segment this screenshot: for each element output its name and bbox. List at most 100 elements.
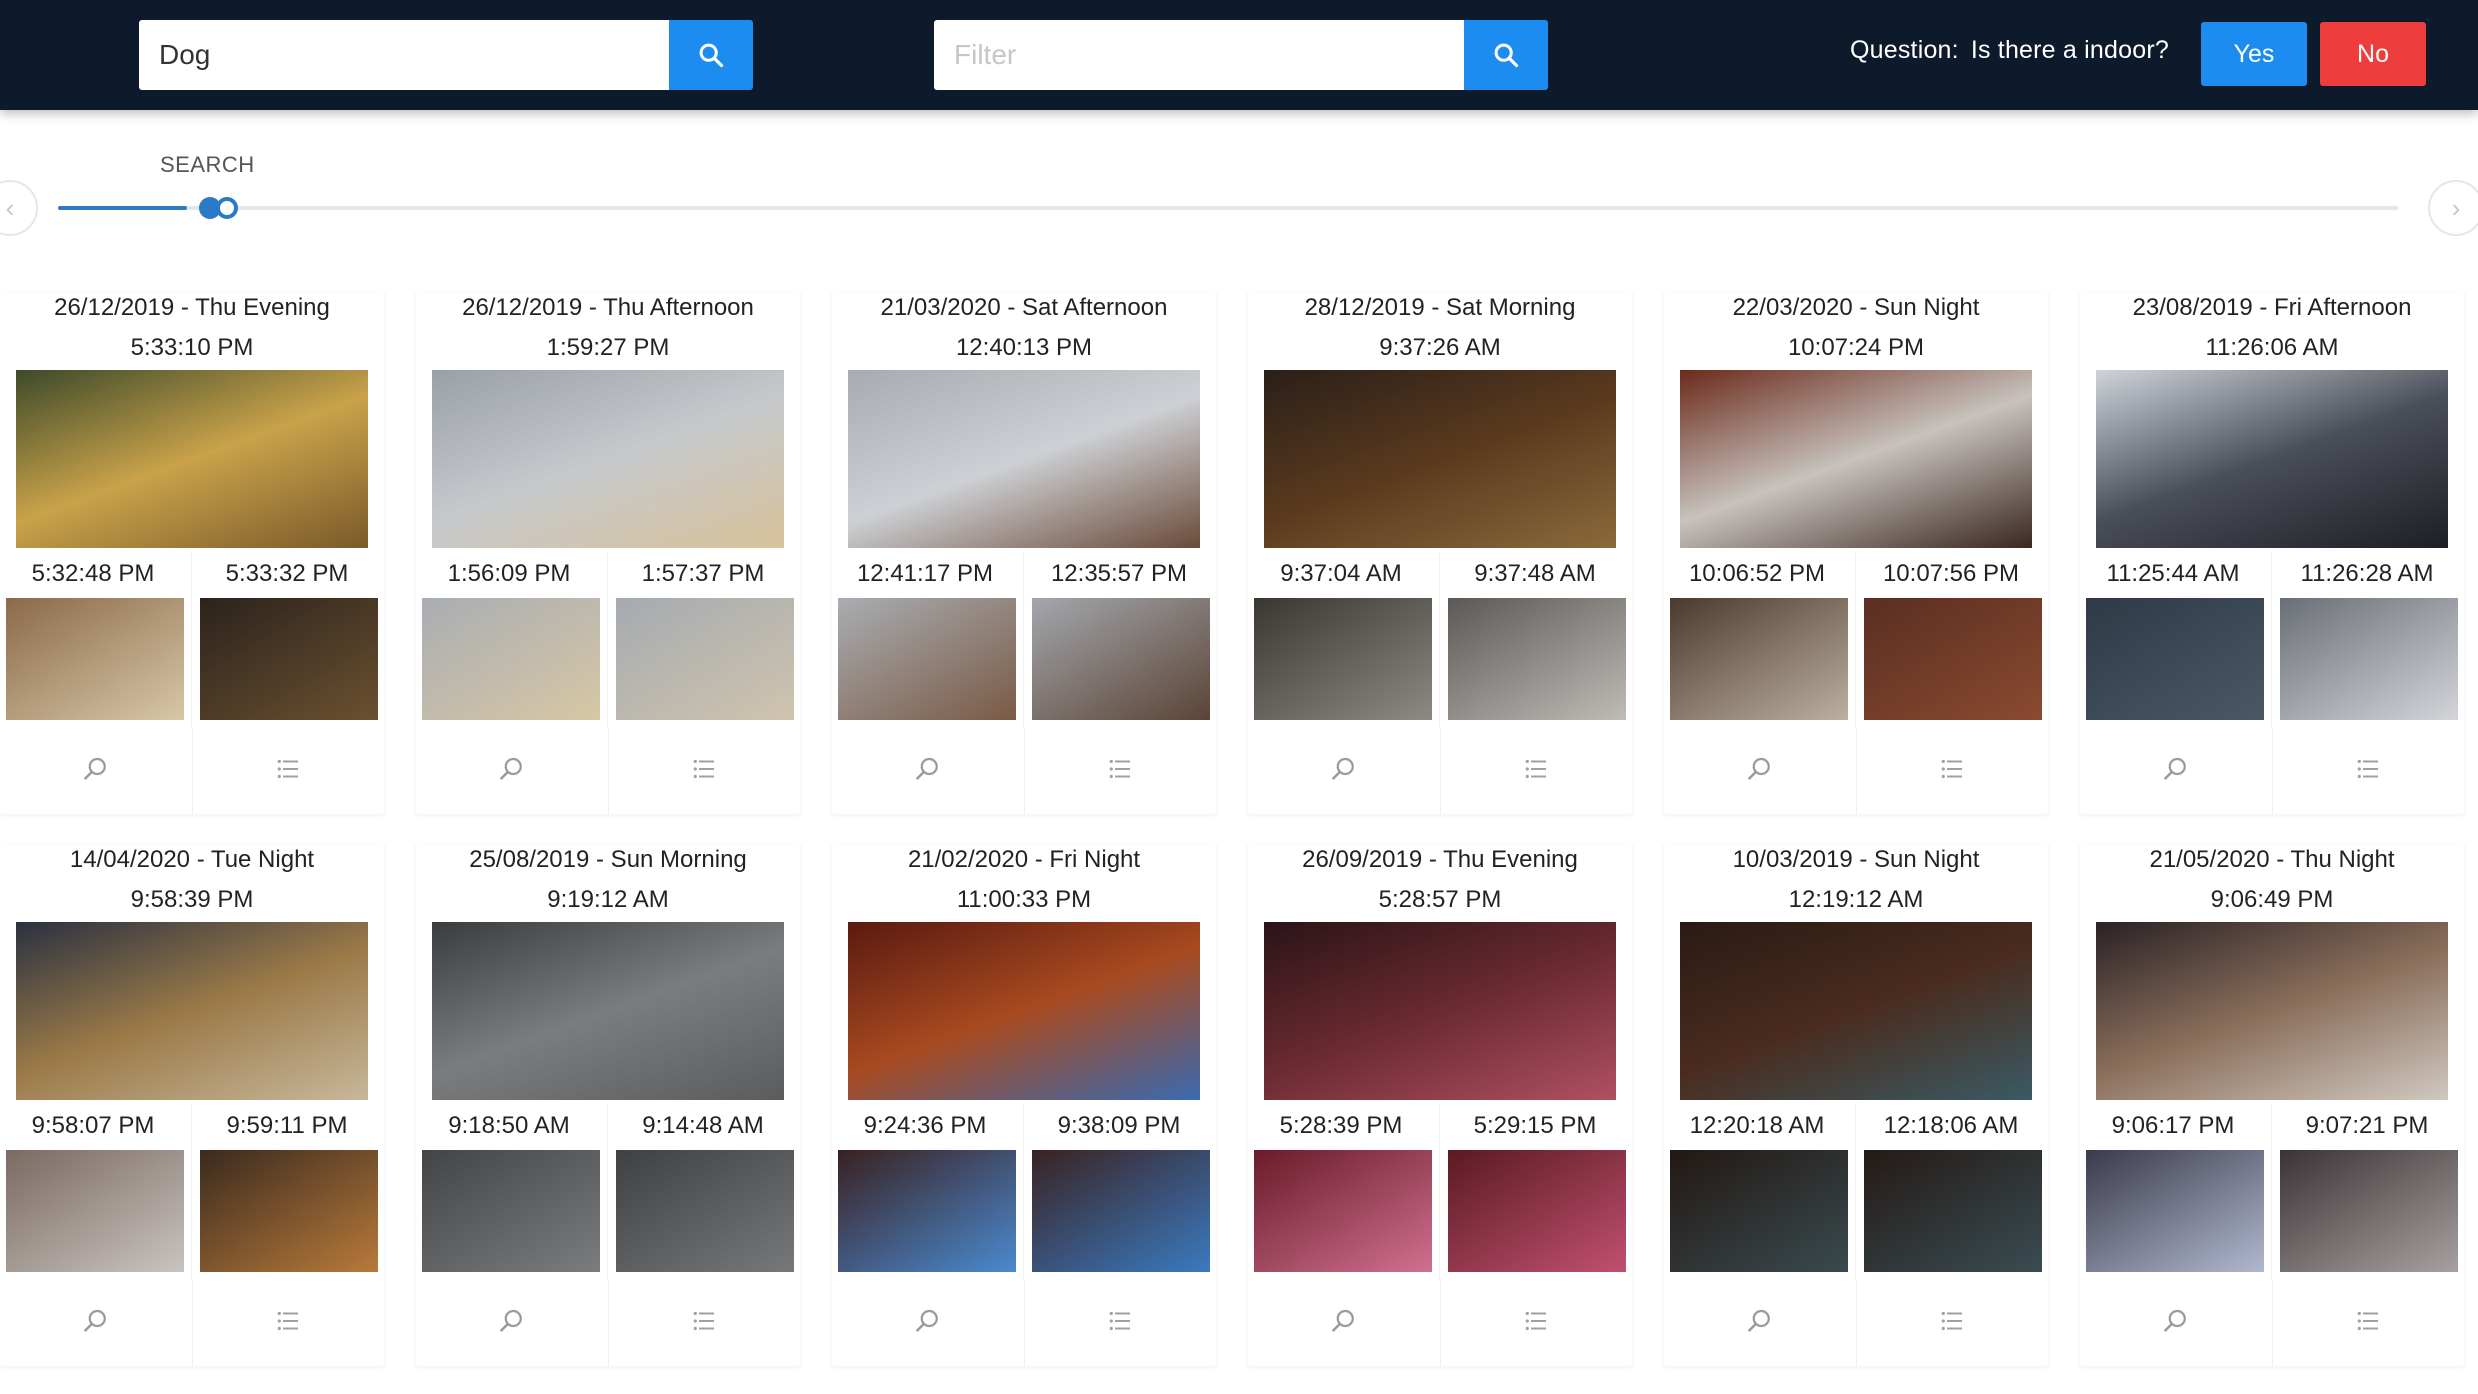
zoom-button[interactable] — [416, 728, 608, 814]
main-thumbnail[interactable] — [1264, 370, 1616, 548]
previous-frame-thumbnail[interactable] — [2086, 1150, 2264, 1272]
previous-frame-thumbnail[interactable] — [422, 1150, 600, 1272]
details-button[interactable] — [1439, 728, 1633, 814]
result-card[interactable]: 21/03/2020 - Sat Afternoon 12:40:13 PM 1… — [832, 292, 1216, 814]
zoom-button[interactable] — [0, 728, 192, 814]
previous-frame-time: 1:56:09 PM — [447, 560, 571, 587]
next-frame-thumbnail[interactable] — [1448, 598, 1626, 720]
next-frame-thumbnail[interactable] — [200, 598, 378, 720]
zoom-button[interactable] — [0, 1280, 192, 1366]
previous-frame-thumbnail[interactable] — [838, 1150, 1016, 1272]
divider — [2271, 552, 2272, 728]
details-button[interactable] — [191, 728, 385, 814]
card-actions — [1664, 1280, 2048, 1366]
main-thumbnail[interactable] — [16, 370, 368, 548]
chevron-right-icon: › — [2451, 192, 2461, 223]
main-thumbnail[interactable] — [16, 922, 368, 1100]
details-button[interactable] — [191, 1280, 385, 1366]
result-card[interactable]: 14/04/2020 - Tue Night 9:58:39 PM 9:58:0… — [0, 844, 384, 1366]
zoom-button[interactable] — [416, 1280, 608, 1366]
previous-frame-thumbnail[interactable] — [6, 598, 184, 720]
next-frame-thumbnail[interactable] — [1864, 598, 2042, 720]
next-frame-thumbnail[interactable] — [1032, 598, 1210, 720]
previous-frame-thumbnail[interactable] — [838, 598, 1016, 720]
previous-frame-thumbnail[interactable] — [6, 1150, 184, 1272]
filter-box — [934, 20, 1548, 90]
next-frame-thumbnail[interactable] — [2280, 1150, 2458, 1272]
previous-frame-thumbnail[interactable] — [1670, 598, 1848, 720]
magnifier-icon — [81, 754, 111, 789]
result-card[interactable]: 22/03/2020 - Sun Night 10:07:24 PM 10:06… — [1664, 292, 2048, 814]
previous-button[interactable]: ‹ — [0, 180, 38, 236]
magnifier-icon — [2161, 1306, 2191, 1341]
previous-frame-thumbnail[interactable] — [422, 598, 600, 720]
next-frame-thumbnail[interactable] — [1448, 1150, 1626, 1272]
zoom-button[interactable] — [1248, 1280, 1440, 1366]
card-date: 21/02/2020 - Fri Night — [907, 846, 1141, 873]
result-card[interactable]: 26/12/2019 - Thu Afternoon 1:59:27 PM 1:… — [416, 292, 800, 814]
main-thumbnail[interactable] — [1680, 370, 2032, 548]
next-frame-thumbnail[interactable] — [616, 1150, 794, 1272]
result-card[interactable]: 21/02/2020 - Fri Night 11:00:33 PM 9:24:… — [832, 844, 1216, 1366]
zoom-button[interactable] — [2080, 1280, 2272, 1366]
zoom-button[interactable] — [1664, 1280, 1856, 1366]
main-thumbnail[interactable] — [848, 370, 1200, 548]
details-button[interactable] — [2271, 728, 2465, 814]
main-thumbnail[interactable] — [2096, 922, 2448, 1100]
next-frame-thumbnail[interactable] — [1864, 1150, 2042, 1272]
result-card[interactable]: 28/12/2019 - Sat Morning 9:37:26 AM 9:37… — [1248, 292, 1632, 814]
next-frame-thumbnail[interactable] — [1032, 1150, 1210, 1272]
filter-input[interactable] — [934, 20, 1464, 90]
details-button[interactable] — [1023, 1280, 1217, 1366]
zoom-button[interactable] — [1664, 728, 1856, 814]
zoom-button[interactable] — [832, 728, 1024, 814]
next-frame-thumbnail[interactable] — [616, 598, 794, 720]
no-button[interactable]: No — [2320, 22, 2426, 86]
result-card[interactable]: 23/08/2019 - Fri Afternoon 11:26:06 AM 1… — [2080, 292, 2464, 814]
zoom-button[interactable] — [2080, 728, 2272, 814]
result-card[interactable]: 25/08/2019 - Sun Morning 9:19:12 AM 9:18… — [416, 844, 800, 1366]
previous-frame-thumbnail[interactable] — [1254, 1150, 1432, 1272]
card-date: 26/12/2019 - Thu Afternoon — [462, 294, 754, 321]
slider-track[interactable] — [58, 206, 2398, 210]
main-thumbnail[interactable] — [2096, 370, 2448, 548]
result-card[interactable]: 26/09/2019 - Thu Evening 5:28:57 PM 5:28… — [1248, 844, 1632, 1366]
details-button[interactable] — [1855, 1280, 2049, 1366]
magnifier-icon — [913, 1306, 943, 1341]
details-button[interactable] — [1439, 1280, 1633, 1366]
previous-frame-thumbnail[interactable] — [1670, 1150, 1848, 1272]
zoom-button[interactable] — [1248, 728, 1440, 814]
main-thumbnail[interactable] — [432, 370, 784, 548]
details-button[interactable] — [1855, 728, 2049, 814]
main-thumbnail[interactable] — [848, 922, 1200, 1100]
details-button[interactable] — [1023, 728, 1217, 814]
previous-frame-thumbnail[interactable] — [1254, 598, 1432, 720]
details-button[interactable] — [607, 728, 801, 814]
previous-frame-time: 9:37:04 AM — [1280, 560, 1402, 587]
filter-search-button[interactable] — [1464, 20, 1548, 90]
previous-frame-thumbnail[interactable] — [2086, 598, 2264, 720]
search-input[interactable] — [139, 20, 669, 90]
next-frame-thumbnail[interactable] — [200, 1150, 378, 1272]
yes-button[interactable]: Yes — [2201, 22, 2307, 86]
details-button[interactable] — [607, 1280, 801, 1366]
result-card[interactable]: 26/12/2019 - Thu Evening 5:33:10 PM 5:32… — [0, 292, 384, 814]
main-thumbnail[interactable] — [432, 922, 784, 1100]
main-thumbnail[interactable] — [1680, 922, 2032, 1100]
result-card[interactable]: 21/05/2020 - Thu Night 9:06:49 PM 9:06:1… — [2080, 844, 2464, 1366]
result-card[interactable]: 10/03/2019 - Sun Night 12:19:12 AM 12:20… — [1664, 844, 2048, 1366]
list-icon — [1937, 754, 1967, 789]
list-icon — [273, 754, 303, 789]
next-button[interactable]: › — [2428, 180, 2478, 236]
next-frame-time: 9:07:21 PM — [2305, 1112, 2429, 1139]
previous-frame-time: 11:25:44 AM — [2106, 560, 2240, 587]
next-frame-thumbnail[interactable] — [2280, 598, 2458, 720]
details-button[interactable] — [2271, 1280, 2465, 1366]
search-button[interactable] — [669, 20, 753, 90]
slider-handle-end[interactable] — [216, 197, 238, 219]
search-icon — [699, 43, 724, 68]
card-date: 14/04/2020 - Tue Night — [69, 846, 315, 873]
zoom-button[interactable] — [832, 1280, 1024, 1366]
previous-frame-time: 5:32:48 PM — [31, 560, 155, 587]
main-thumbnail[interactable] — [1264, 922, 1616, 1100]
